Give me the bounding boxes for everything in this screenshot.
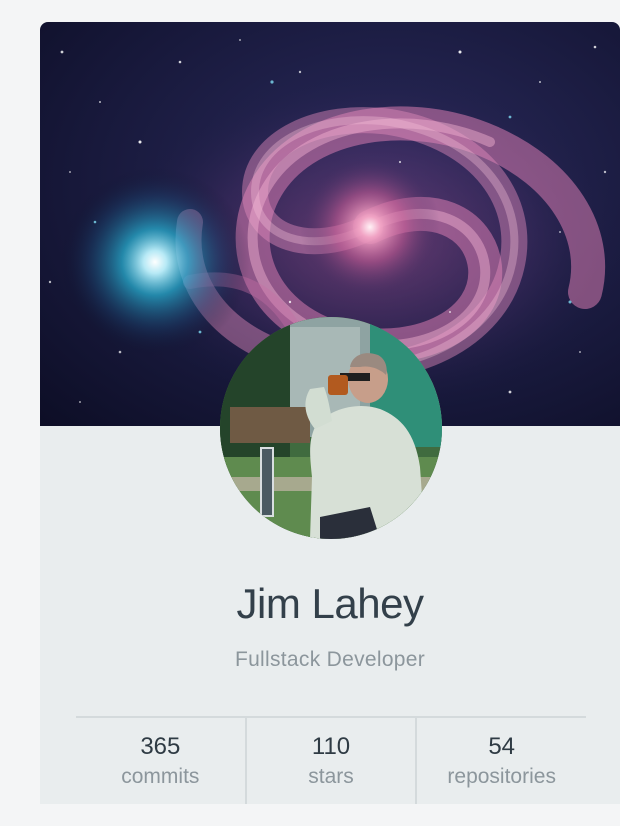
profile-card: Jim Lahey Fullstack Developer 365 commit…: [40, 22, 620, 804]
stat-repositories-label: repositories: [447, 765, 556, 788]
stat-stars-value: 110: [311, 733, 351, 760]
stat-commits-value: 365: [140, 733, 181, 760]
stats-bar: 365 commits 110 stars 54 repositories: [76, 716, 586, 804]
stat-repositories[interactable]: 54 repositories: [415, 718, 586, 804]
stat-commits[interactable]: 365 commits: [76, 718, 245, 804]
stat-commits-label: commits: [121, 765, 200, 788]
profile-name: Jim Lahey: [236, 580, 424, 627]
avatar[interactable]: [220, 317, 442, 539]
stat-stars-label: stars: [308, 765, 354, 788]
stat-repositories-value: 54: [488, 733, 516, 760]
stat-stars[interactable]: 110 stars: [244, 718, 416, 804]
profile-role: Fullstack Developer: [234, 648, 426, 671]
